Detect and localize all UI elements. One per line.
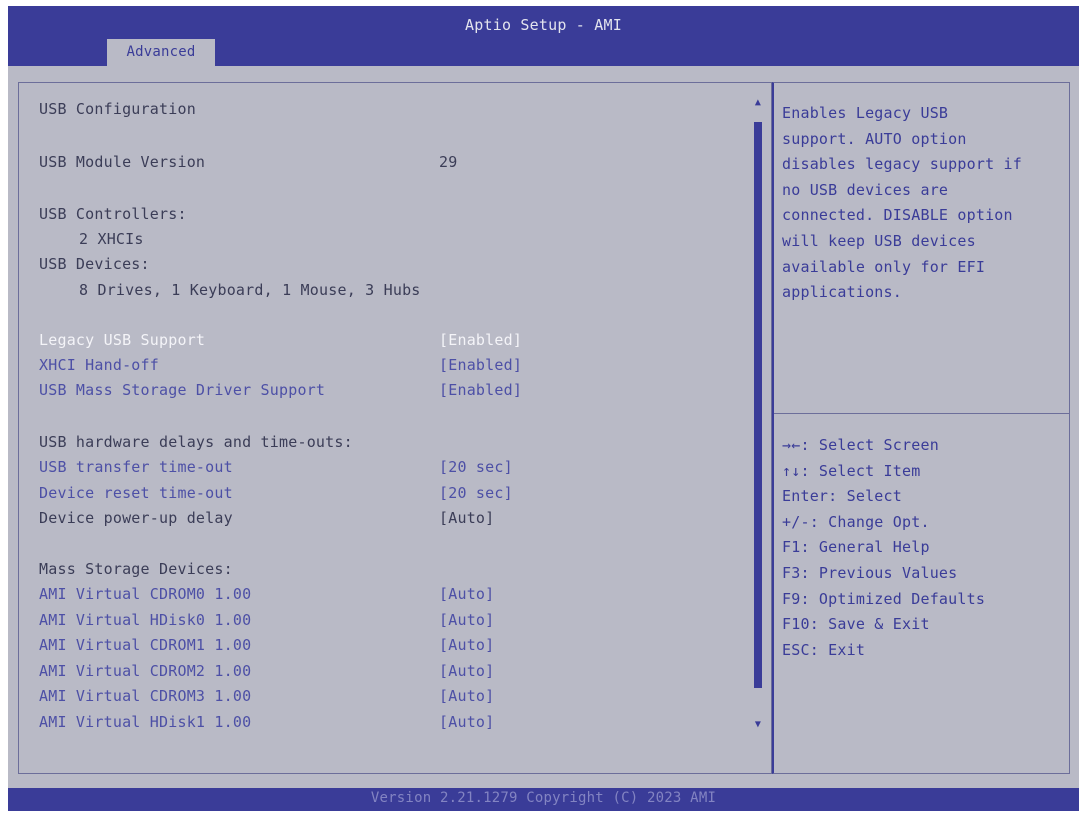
option-value-xhci-hand-off[interactable]: [Enabled] xyxy=(439,354,522,376)
help-text: Enables Legacy USB support. AUTO option … xyxy=(782,104,1022,302)
module-version-label: USB Module Version xyxy=(39,153,206,171)
devices-label: USB Devices: xyxy=(39,255,150,273)
option-label-cdrom0[interactable]: AMI Virtual CDROM0 1.00 xyxy=(39,583,251,605)
option-value-hdisk1[interactable]: [Auto] xyxy=(439,711,494,733)
option-label-mass-storage-driver[interactable]: USB Mass Storage Driver Support xyxy=(39,379,325,401)
controllers-label: USB Controllers: xyxy=(39,205,187,223)
footer-bar: Version 2.21.1279 Copyright (C) 2023 AMI xyxy=(8,788,1079,811)
help-panel: Enables Legacy USB support. AUTO option … xyxy=(772,82,1070,774)
option-label-cdrom2[interactable]: AMI Virtual CDROM2 1.00 xyxy=(39,660,251,682)
option-value-hdisk0[interactable]: [Auto] xyxy=(439,609,494,631)
scrollbar-thumb[interactable] xyxy=(754,122,762,688)
option-value-device-power-up-delay: [Auto] xyxy=(439,509,495,527)
version-text: Version 2.21.1279 Copyright (C) 2023 AMI xyxy=(370,790,717,806)
scroll-down-icon[interactable]: ▼ xyxy=(751,718,765,732)
help-divider xyxy=(774,413,1069,414)
option-value-usb-transfer-timeout[interactable]: [20 sec] xyxy=(439,456,513,478)
mass-storage-title: Mass Storage Devices: xyxy=(39,560,233,578)
option-value-mass-storage-driver[interactable]: [Enabled] xyxy=(439,379,522,401)
settings-panel: USB Configuration USB Module Version 29 … xyxy=(18,82,772,774)
delays-title: USB hardware delays and time-outs: xyxy=(39,433,353,451)
key-optimized-defaults: F9: Optimized Defaults xyxy=(782,589,986,608)
key-select-item: ↑↓: Select Item xyxy=(782,461,921,480)
option-label-device-reset-timeout[interactable]: Device reset time-out xyxy=(39,482,233,504)
scrollbar[interactable]: ▲ ▼ xyxy=(751,96,765,736)
module-version-value: 29 xyxy=(439,153,458,171)
key-legend: →←: Select Screen ↑↓: Select Item Enter:… xyxy=(782,433,1066,663)
option-label-hdisk1[interactable]: AMI Virtual HDisk1 1.00 xyxy=(39,711,251,733)
option-value-cdrom3[interactable]: [Auto] xyxy=(439,685,494,707)
devices-value: 8 Drives, 1 Keyboard, 1 Mouse, 3 Hubs xyxy=(79,281,421,299)
section-title: USB Configuration xyxy=(39,100,196,118)
option-value-cdrom0[interactable]: [Auto] xyxy=(439,583,494,605)
option-label-cdrom1[interactable]: AMI Virtual CDROM1 1.00 xyxy=(39,634,251,656)
key-enter-select: Enter: Select xyxy=(782,487,902,506)
key-general-help: F1: General Help xyxy=(782,538,930,557)
key-change-opt: +/-: Change Opt. xyxy=(782,512,930,531)
option-value-cdrom1[interactable]: [Auto] xyxy=(439,634,494,656)
bios-screen: Aptio Setup - AMI Advanced USB Configura… xyxy=(8,6,1079,811)
option-label-device-power-up-delay: Device power-up delay xyxy=(39,509,233,527)
key-previous-values: F3: Previous Values xyxy=(782,563,958,582)
option-value-legacy-usb-support[interactable]: [Enabled] xyxy=(439,329,522,351)
option-label-cdrom3[interactable]: AMI Virtual CDROM3 1.00 xyxy=(39,685,251,707)
option-label-hdisk0[interactable]: AMI Virtual HDisk0 1.00 xyxy=(39,609,251,631)
option-value-cdrom2[interactable]: [Auto] xyxy=(439,660,494,682)
controllers-value: 2 XHCIs xyxy=(79,230,144,248)
option-label-usb-transfer-timeout[interactable]: USB transfer time-out xyxy=(39,456,233,478)
scroll-up-icon[interactable]: ▲ xyxy=(751,96,765,110)
option-label-legacy-usb-support[interactable]: Legacy USB Support xyxy=(39,329,205,351)
tab-advanced[interactable]: Advanced xyxy=(107,39,215,66)
option-label-xhci-hand-off[interactable]: XHCI Hand-off xyxy=(39,354,159,376)
option-value-device-reset-timeout[interactable]: [20 sec] xyxy=(439,482,513,504)
key-esc-exit: ESC: Exit xyxy=(782,640,866,659)
key-select-screen: →←: Select Screen xyxy=(782,436,939,454)
title-bar: Aptio Setup - AMI Advanced xyxy=(8,6,1079,66)
main-area: USB Configuration USB Module Version 29 … xyxy=(8,66,1079,788)
key-save-exit: F10: Save & Exit xyxy=(782,615,930,634)
window-title: Aptio Setup - AMI xyxy=(465,16,622,34)
